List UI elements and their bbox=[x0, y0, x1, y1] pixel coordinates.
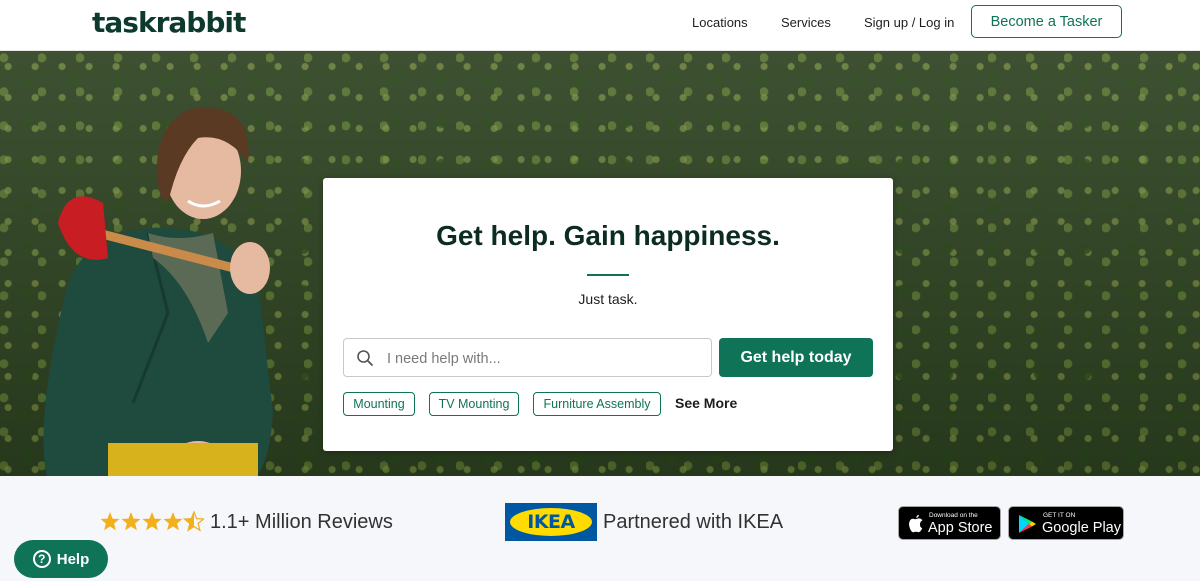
get-help-button[interactable]: Get help today bbox=[719, 338, 873, 377]
chip-mounting[interactable]: Mounting bbox=[343, 392, 415, 416]
hero-title: Get help. Gain happiness. bbox=[436, 220, 780, 251]
help-button[interactable]: ? Help bbox=[14, 540, 108, 578]
ikea-logo: IKEA bbox=[505, 503, 597, 541]
site-header: taskrabbit Locations Services Sign up / … bbox=[0, 0, 1200, 51]
become-tasker-button[interactable]: Become a Tasker bbox=[971, 5, 1122, 38]
google-play-icon bbox=[1019, 515, 1036, 533]
tasker-photo bbox=[43, 107, 273, 476]
see-more-link[interactable]: See More bbox=[675, 395, 737, 411]
nav-services[interactable]: Services bbox=[781, 15, 831, 30]
chip-furniture-assembly[interactable]: Furniture Assembly bbox=[533, 392, 661, 416]
search-icon bbox=[357, 350, 373, 366]
reviews-count: 1.1+ Million Reviews bbox=[210, 511, 393, 533]
ikea-partner-text: Partnered with IKEA bbox=[603, 511, 784, 533]
google-play-small-text: GET IT ON bbox=[1043, 512, 1076, 519]
apple-icon bbox=[909, 514, 923, 533]
title-divider bbox=[587, 274, 629, 276]
search-card: Get help. Gain happiness. Just task. Get… bbox=[323, 178, 893, 451]
app-store-badge[interactable]: Download on the App Store bbox=[898, 506, 1001, 540]
nav-locations[interactable]: Locations bbox=[692, 15, 748, 30]
search-input[interactable] bbox=[385, 340, 709, 377]
app-store-label: App Store bbox=[928, 520, 993, 536]
help-button-label: Help bbox=[56, 550, 90, 568]
taskrabbit-logo[interactable]: taskrabbit bbox=[92, 6, 246, 39]
chip-tv-mounting[interactable]: TV Mounting bbox=[429, 392, 519, 416]
hero-section: Get help. Gain happiness. Just task. Get… bbox=[0, 51, 1200, 476]
hero-subtitle: Just task. bbox=[578, 291, 638, 307]
search-box[interactable] bbox=[343, 338, 712, 377]
google-play-badge[interactable]: GET IT ON Google Play bbox=[1008, 506, 1124, 540]
question-icon: ? bbox=[32, 550, 51, 568]
google-play-label: Google Play bbox=[1042, 520, 1121, 536]
ikea-logo-text: IKEA bbox=[510, 508, 592, 536]
nav-signup-login[interactable]: Sign up / Log in bbox=[864, 15, 954, 30]
rating-stars-icon bbox=[100, 511, 204, 531]
app-store-small-text: Download on the bbox=[929, 512, 978, 519]
